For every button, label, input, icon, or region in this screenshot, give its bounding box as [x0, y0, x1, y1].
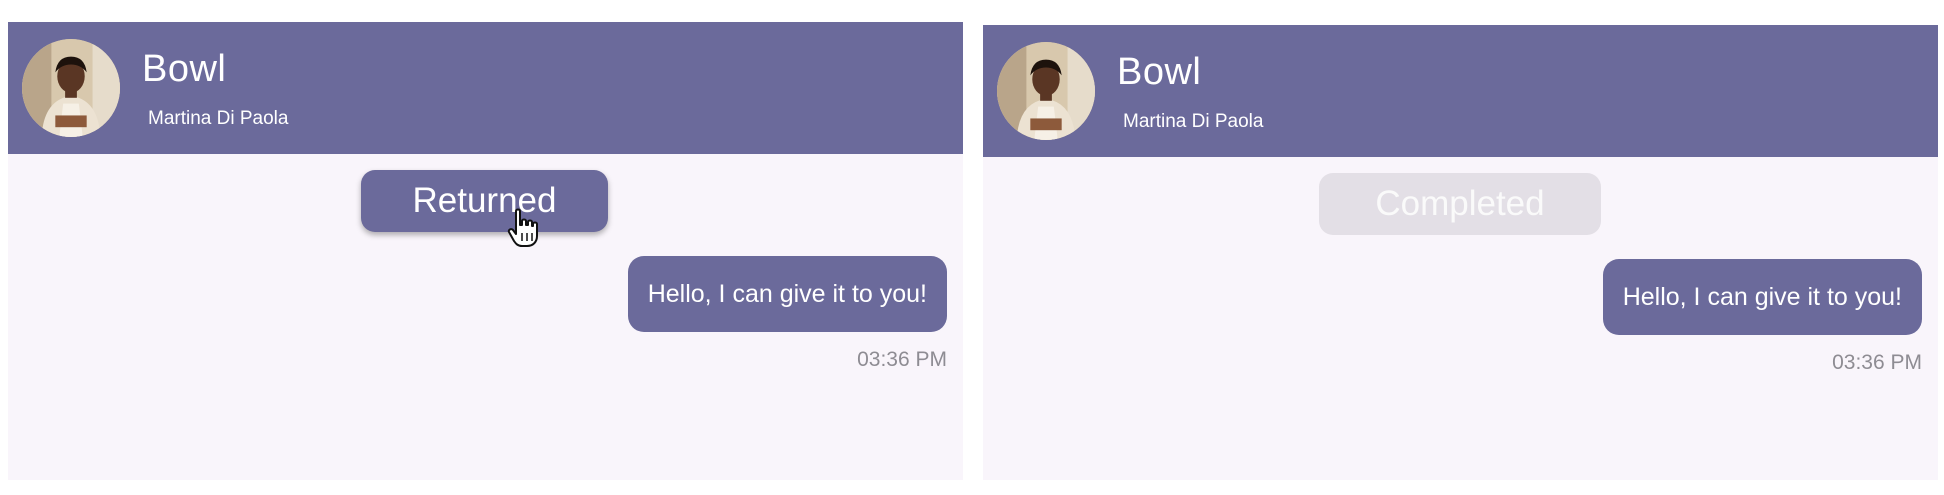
chat-screen-completed: Bowl Martina Di Paola Completed Hello, I… — [983, 25, 1938, 480]
message-bubble: Hello, I can give it to you! — [627, 256, 947, 332]
message-timestamp: 03:36 PM — [857, 348, 947, 371]
profile-photo-icon — [997, 42, 1095, 140]
chat-header: Bowl Martina Di Paola — [983, 25, 1938, 157]
message-timestamp: 03:36 PM — [1832, 351, 1922, 374]
item-title: Bowl — [142, 48, 227, 90]
completed-status-button: Completed — [1319, 173, 1601, 235]
hand-pointer-icon — [507, 208, 538, 247]
avatar[interactable] — [997, 42, 1095, 140]
returned-status-button[interactable]: Returned — [361, 170, 608, 232]
user-name: Martina Di Paola — [148, 108, 289, 129]
chat-header: Bowl Martina Di Paola — [8, 22, 963, 154]
chat-screen-returned: Bowl Martina Di Paola Returned Hello, I … — [8, 22, 963, 480]
user-name: Martina Di Paola — [1123, 111, 1264, 132]
message-bubble: Hello, I can give it to you! — [1602, 259, 1922, 335]
avatar[interactable] — [22, 39, 120, 137]
item-title: Bowl — [1117, 51, 1202, 93]
profile-photo-icon — [22, 39, 120, 137]
